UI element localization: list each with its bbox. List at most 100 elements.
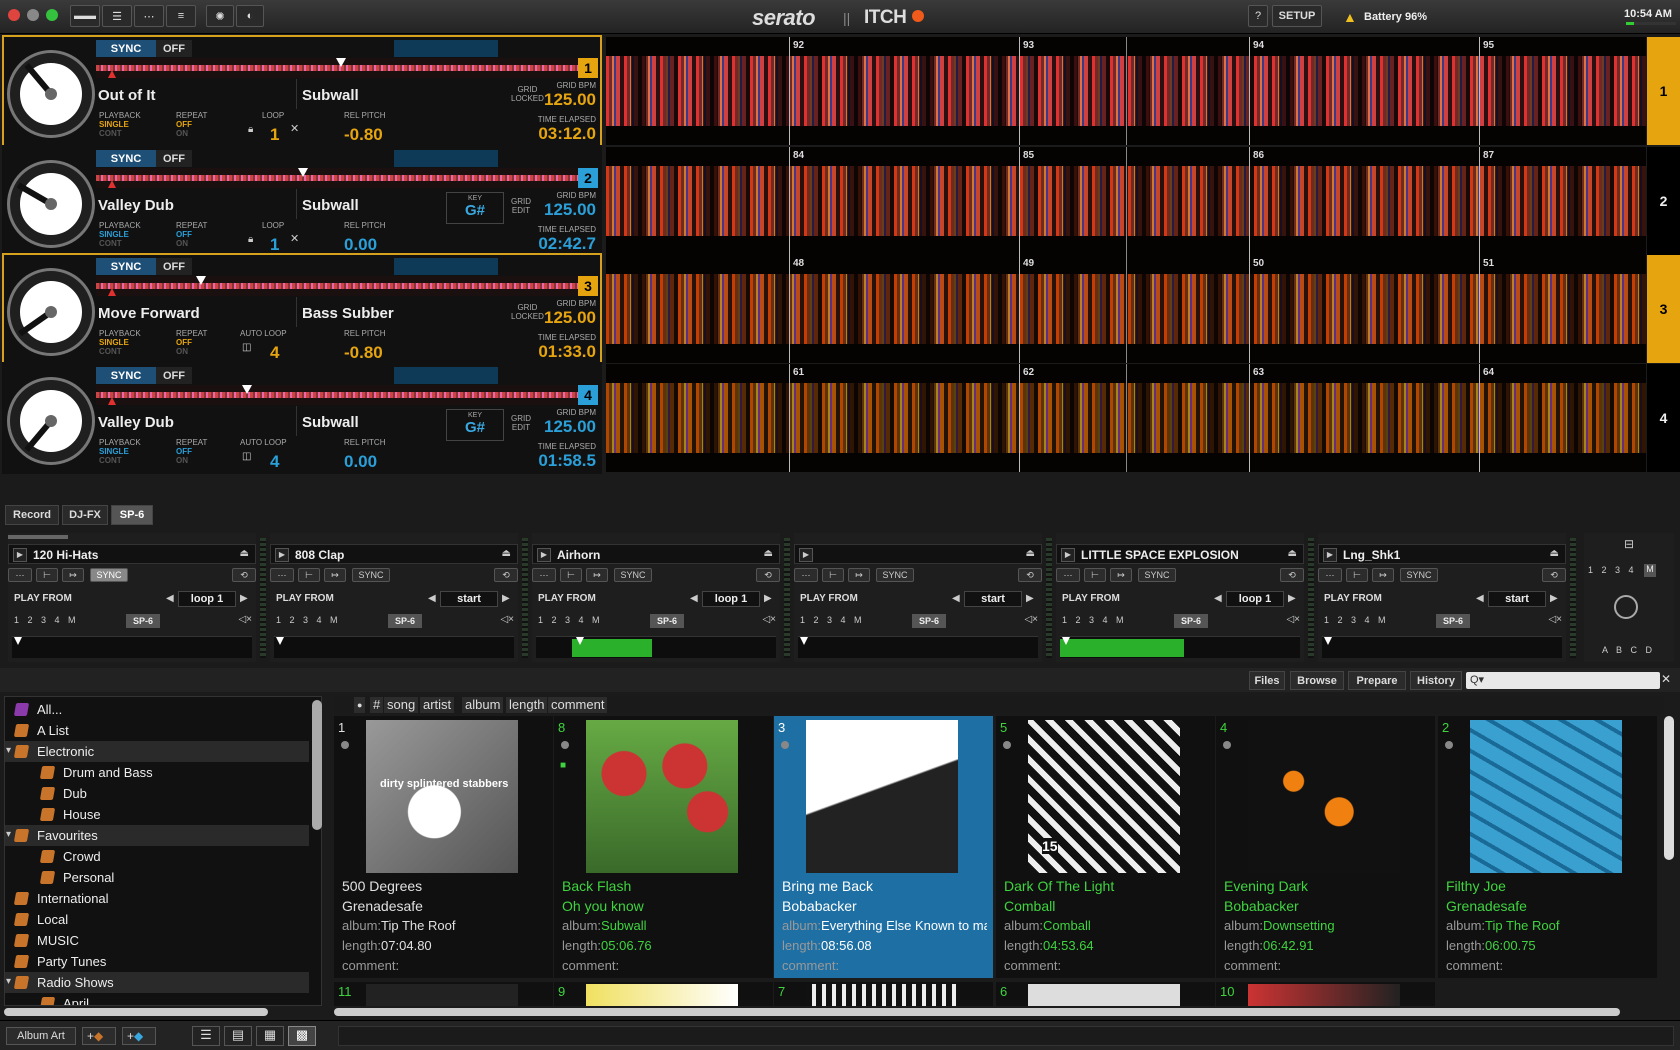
slot-repeat-icon[interactable]: ⟲	[1542, 568, 1566, 582]
column-artist[interactable]: artist	[420, 697, 455, 713]
crate-expand-icon[interactable]: ▾	[6, 745, 11, 756]
crate-expand-icon[interactable]: ▾	[6, 829, 11, 840]
playback-cont[interactable]: CONT	[99, 129, 122, 138]
platter[interactable]	[10, 271, 92, 353]
track-card[interactable]: 9	[554, 982, 773, 1006]
slot-repeat-icon[interactable]: ⟲	[494, 568, 518, 582]
crate-april[interactable]: April	[5, 993, 309, 1005]
playback-mode[interactable]: SINGLE	[99, 230, 129, 239]
platter[interactable]	[10, 380, 92, 462]
playback-cont[interactable]: CONT	[99, 456, 122, 465]
playback-cont[interactable]: CONT	[99, 239, 122, 248]
layout-stack-button[interactable]: ⋯	[134, 5, 164, 27]
crate-house[interactable]: House	[5, 804, 309, 825]
layout-library-button[interactable]: ≡	[166, 5, 196, 27]
crate-music[interactable]: MUSIC	[5, 930, 309, 951]
loop-length[interactable]: 4	[270, 452, 279, 472]
track-card[interactable]: 11	[334, 982, 553, 1006]
time-elapsed[interactable]: 02:42.7	[538, 234, 596, 254]
slot-output-select[interactable]: 1 2 3 4 M	[538, 615, 603, 625]
play-from-prev-icon[interactable]: ◀	[952, 593, 960, 604]
tab-dj-fx[interactable]: DJ-FX	[62, 505, 108, 525]
view-simple-button[interactable]: ▤	[224, 1026, 252, 1046]
repeat-value[interactable]: OFF	[176, 447, 192, 456]
slot-hold-mode-button[interactable]: ⊢	[822, 568, 844, 582]
play-from-value[interactable]: start	[1488, 591, 1546, 607]
sync-off-button[interactable]: OFF	[156, 258, 192, 275]
playback-mode[interactable]: SINGLE	[99, 120, 129, 129]
playback-mode[interactable]: SINGLE	[99, 338, 129, 347]
slot-trigger-mode-button[interactable]: ⋯	[532, 568, 556, 582]
slot-on-off-mode-button[interactable]: ↦	[1372, 568, 1394, 582]
grid-status-button[interactable]: GRID EDIT	[511, 414, 531, 432]
close-window-button[interactable]	[8, 9, 20, 21]
slot-hold-mode-button[interactable]: ⊢	[560, 568, 582, 582]
grid-bpm[interactable]: 125.00	[544, 417, 596, 437]
slot-name-bar[interactable]: ▶ LITTLE SPACE EXPLOSION ⏏	[1056, 544, 1304, 564]
track-overview[interactable]	[96, 168, 581, 188]
minimize-window-button[interactable]	[27, 9, 39, 21]
time-elapsed[interactable]: 01:58.5	[538, 451, 596, 471]
crate-international[interactable]: International	[5, 888, 309, 909]
slot-sync-button[interactable]: SYNC	[614, 568, 652, 582]
sampler-menu-icon[interactable]: ⊟	[1624, 537, 1634, 551]
slot-sync-button[interactable]: SYNC	[352, 568, 390, 582]
slot-play-button[interactable]: ▶	[799, 548, 813, 562]
slot-on-off-mode-button[interactable]: ↦	[1110, 568, 1132, 582]
column-song[interactable]: song	[384, 697, 419, 713]
platter[interactable]	[10, 163, 92, 245]
loop-length[interactable]: 4	[270, 343, 279, 363]
slot-output-select[interactable]: 1 2 3 4 M	[276, 615, 341, 625]
column-length[interactable]: length	[506, 697, 548, 713]
slot-sync-button[interactable]: SYNC	[876, 568, 914, 582]
play-from-prev-icon[interactable]: ◀	[690, 593, 698, 604]
slot-trigger-mode-button[interactable]: ⋯	[8, 568, 32, 582]
slot-play-button[interactable]: ▶	[13, 548, 27, 562]
crate-local[interactable]: Local	[5, 909, 309, 930]
play-from-value[interactable]: start	[964, 591, 1022, 607]
play-from-next-icon[interactable]: ▶	[1026, 593, 1034, 604]
slot-mute-icon[interactable]: ◁×	[1286, 614, 1300, 625]
slot-play-button[interactable]: ▶	[537, 548, 551, 562]
repeat-value[interactable]: OFF	[176, 120, 192, 129]
slot-eject-icon[interactable]: ⏏	[1026, 548, 1035, 559]
slot-mute-icon[interactable]: ◁×	[238, 614, 252, 625]
tab-sp6[interactable]: SP-6	[111, 505, 153, 525]
play-from-next-icon[interactable]: ▶	[502, 593, 510, 604]
prepare-button[interactable]: Prepare	[1348, 671, 1406, 690]
slot-hold-mode-button[interactable]: ⊢	[36, 568, 58, 582]
sampler-volume-knob[interactable]	[1614, 595, 1638, 619]
sampler-master-m[interactable]: M	[1644, 564, 1656, 577]
night-mode-button[interactable]: ◐	[236, 5, 264, 27]
track-card[interactable]: 7	[774, 982, 993, 1006]
playback-mode[interactable]: SINGLE	[99, 447, 129, 456]
play-from-value[interactable]: loop 1	[178, 591, 236, 607]
column-number[interactable]: #	[370, 697, 384, 713]
slot-sync-button[interactable]: SYNC	[1138, 568, 1176, 582]
slot-output-select[interactable]: 1 2 3 4 M	[1324, 615, 1389, 625]
sync-button[interactable]: SYNC	[96, 40, 156, 57]
slot-name-bar[interactable]: ▶ Lng_Shk1 ⏏	[1318, 544, 1566, 564]
help-button[interactable]: ?	[1248, 5, 1268, 27]
play-from-prev-icon[interactable]: ◀	[1476, 593, 1484, 604]
add-crate-button[interactable]: +◆	[82, 1027, 116, 1045]
repeat-on[interactable]: ON	[176, 456, 188, 465]
slot-mute-icon[interactable]: ◁×	[500, 614, 514, 625]
waveform-deck-3[interactable]: 48 49 50 51	[606, 255, 1646, 363]
track-card[interactable]: 2 Filthy Joe Grenadesafe album:Tip The Roof…	[1438, 716, 1657, 978]
repeat-on[interactable]: ON	[176, 129, 188, 138]
loop-icon[interactable]: ◫	[242, 452, 251, 462]
slot-name-bar[interactable]: ▶ Airhorn ⏏	[532, 544, 780, 564]
slot-play-button[interactable]: ▶	[1061, 548, 1075, 562]
play-from-value[interactable]: start	[440, 591, 498, 607]
slot-trigger-mode-button[interactable]: ⋯	[1056, 568, 1080, 582]
time-elapsed[interactable]: 03:12.0	[538, 124, 596, 144]
brightness-button[interactable]: ✺	[206, 5, 234, 27]
slot-sync-button[interactable]: SYNC	[1400, 568, 1438, 582]
loop-length[interactable]: 1	[270, 125, 279, 145]
search-input[interactable]: Q▾	[1466, 672, 1660, 689]
grid-status-button[interactable]: GRID LOCKED	[511, 303, 544, 321]
slot-name-bar[interactable]: ▶ 120 Hi-Hats ⏏	[8, 544, 256, 564]
crate-a-list[interactable]: A List	[5, 720, 309, 741]
tab-record[interactable]: Record	[5, 505, 59, 525]
